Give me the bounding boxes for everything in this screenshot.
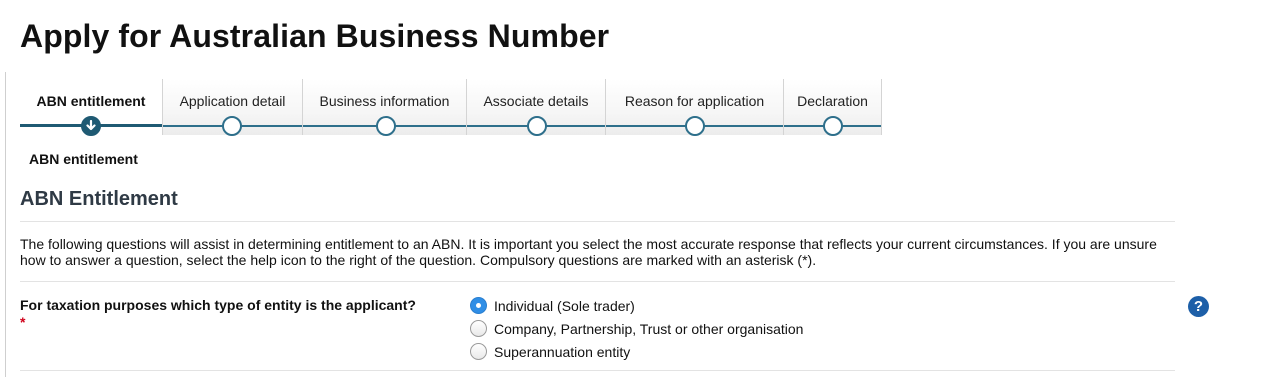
entity-option-company[interactable]: Company, Partnership, Trust or other org…	[470, 317, 803, 340]
step-label: Business information	[319, 93, 450, 109]
step-reason-for-application[interactable]: Reason for application	[606, 79, 784, 136]
intro-text: The following questions will assist in d…	[20, 236, 1157, 268]
radio-button-selected[interactable]	[470, 297, 487, 314]
entity-option-individual[interactable]: Individual (Sole trader)	[470, 294, 803, 317]
radio-button[interactable]	[470, 343, 487, 360]
option-label: Company, Partnership, Trust or other org…	[494, 320, 804, 337]
page-title: Apply for Australian Business Number	[20, 18, 610, 54]
required-asterisk: *	[20, 314, 26, 330]
step-business-information[interactable]: Business information	[303, 79, 467, 136]
step-abn-entitlement[interactable]: ABN entitlement	[20, 79, 163, 136]
option-label: Superannuation entity	[494, 343, 631, 360]
step-label: Reason for application	[624, 93, 765, 109]
entity-type-radio-group: Individual (Sole trader) Company, Partne…	[470, 294, 803, 363]
question-text: For taxation purposes which type of enti…	[20, 297, 416, 313]
step-circle-icon	[685, 116, 705, 136]
divider	[20, 281, 1175, 282]
section-title: ABN Entitlement	[20, 188, 178, 210]
divider	[20, 221, 1175, 222]
step-circle-icon	[823, 116, 843, 136]
left-border-rule	[5, 72, 6, 377]
entity-type-question: For taxation purposes which type of enti…	[20, 297, 420, 331]
help-icon[interactable]: ?	[1188, 296, 1209, 317]
step-application-detail[interactable]: Application detail	[163, 79, 303, 136]
step-circle-icon	[527, 116, 547, 136]
step-circle-icon	[376, 116, 396, 136]
step-label: Associate details	[483, 93, 589, 109]
divider	[20, 370, 1175, 371]
radio-button[interactable]	[470, 320, 487, 337]
step-label: Declaration	[797, 93, 868, 109]
step-circle-icon	[222, 116, 242, 136]
entity-option-superannuation[interactable]: Superannuation entity	[470, 340, 803, 363]
step-label: ABN entitlement	[36, 93, 146, 109]
current-step-label: ABN entitlement	[29, 151, 138, 167]
down-arrow-icon	[81, 116, 101, 136]
step-label: Application detail	[179, 93, 286, 109]
step-associate-details[interactable]: Associate details	[467, 79, 606, 136]
option-label: Individual (Sole trader)	[494, 297, 635, 314]
step-declaration[interactable]: Declaration	[784, 79, 882, 136]
